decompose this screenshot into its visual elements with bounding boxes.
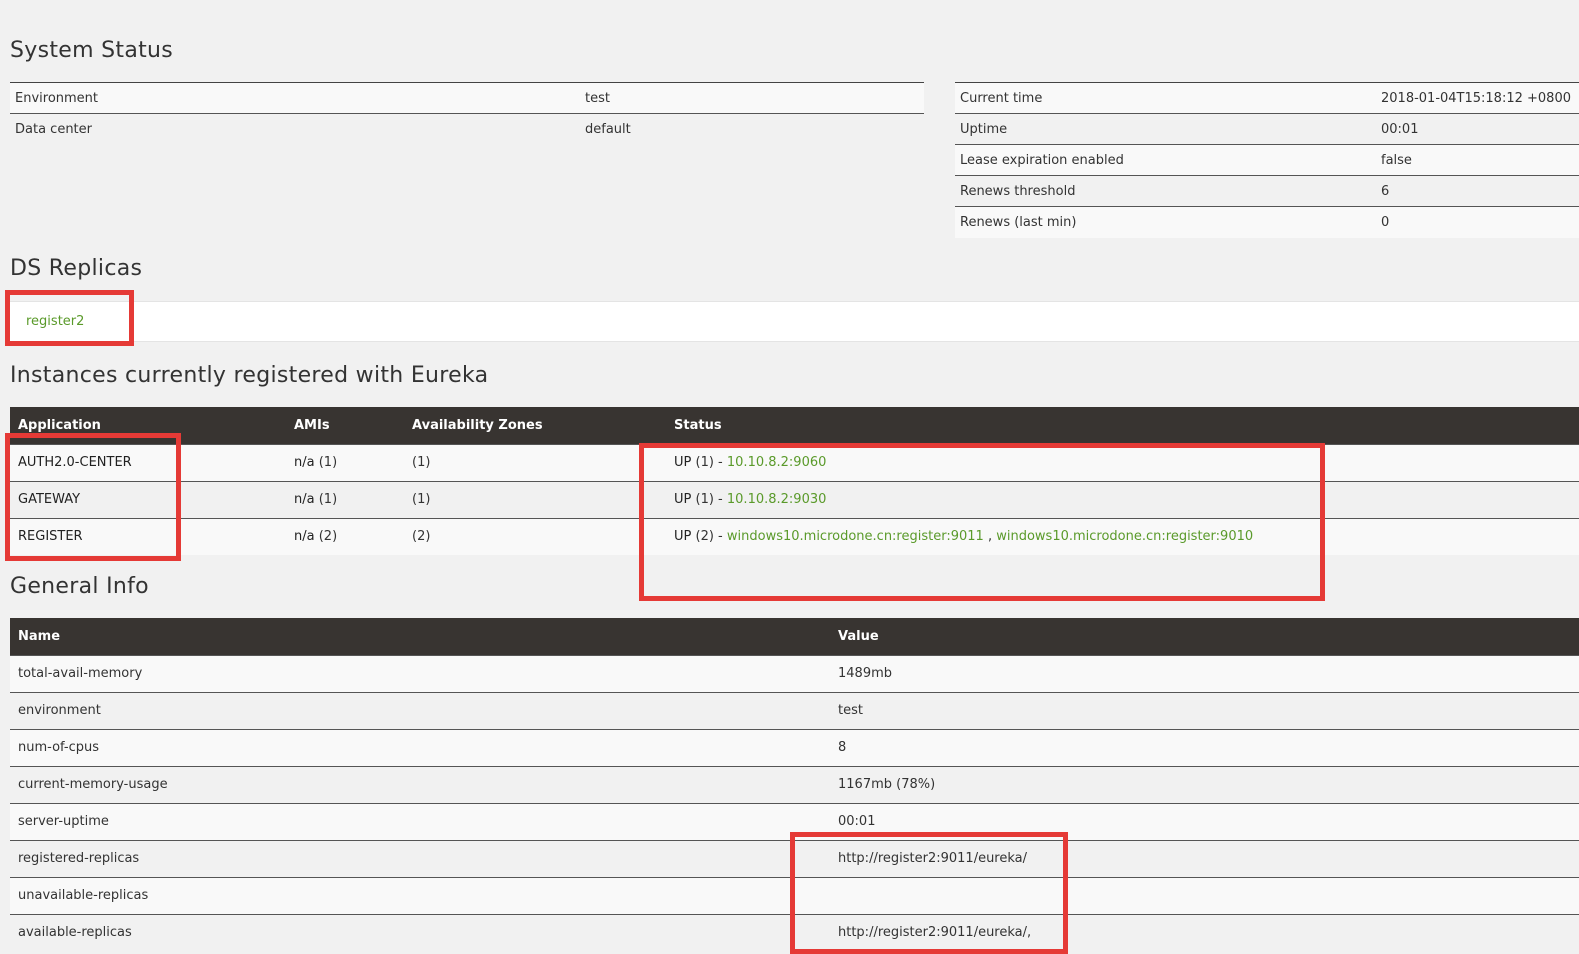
status-label: Renews (last min) bbox=[955, 206, 1376, 238]
info-value: 1167mb (78%) bbox=[830, 765, 1579, 803]
amis-main: n/a bbox=[294, 455, 315, 470]
amis-cell: n/a (2) bbox=[286, 517, 404, 555]
status-label: Uptime bbox=[955, 113, 1376, 145]
column-header: Name bbox=[10, 618, 830, 655]
column-header: Status bbox=[666, 407, 1579, 444]
instance-link[interactable]: 10.10.8.2:9030 bbox=[727, 492, 827, 507]
amis-count: (1) bbox=[318, 455, 338, 470]
zones-cell: (2) bbox=[404, 517, 666, 555]
table-row: GATEWAY n/a (1) (1) UP (1) - 10.10.8.2:9… bbox=[10, 480, 1579, 518]
instance-link[interactable]: 10.10.8.2:9060 bbox=[727, 455, 827, 470]
table-row: environment test bbox=[10, 691, 1579, 729]
status-label: Environment bbox=[10, 82, 580, 114]
status-main: UP bbox=[674, 529, 692, 545]
status-cell: UP (1) - 10.10.8.2:9060 bbox=[666, 443, 1579, 481]
info-name: current-memory-usage bbox=[10, 765, 830, 803]
instances-table: Application AMIs Availability Zones Stat… bbox=[10, 407, 1579, 555]
replica-link[interactable]: register2 bbox=[26, 314, 84, 329]
table-row: current-memory-usage 1167mb (78%) bbox=[10, 765, 1579, 803]
info-value bbox=[830, 876, 1579, 914]
instance-link[interactable]: windows10.microdone.cn:register:9010 bbox=[996, 529, 1253, 544]
zones-cell: (1) bbox=[404, 443, 666, 481]
status-label: Current time bbox=[955, 82, 1376, 114]
status-main: UP bbox=[674, 455, 692, 470]
status-count: (1) bbox=[695, 492, 714, 507]
info-name: available-replicas bbox=[10, 913, 830, 951]
amis-main: n/a bbox=[294, 529, 315, 545]
status-count: (1) bbox=[695, 455, 714, 470]
status-value: test bbox=[580, 82, 924, 114]
application-name: AUTH2.0-CENTER bbox=[10, 443, 286, 481]
instance-link[interactable]: windows10.microdone.cn:register:9011 bbox=[727, 529, 984, 544]
status-row: Uptime 00:01 bbox=[955, 113, 1579, 145]
general-info-title: General Info bbox=[10, 574, 149, 599]
column-header: Availability Zones bbox=[404, 407, 666, 444]
table-row: num-of-cpus 8 bbox=[10, 728, 1579, 766]
info-name: unavailable-replicas bbox=[10, 876, 830, 914]
table-row: registered-replicas http://register2:901… bbox=[10, 839, 1579, 877]
info-name: environment bbox=[10, 691, 830, 729]
ds-replicas-title: DS Replicas bbox=[10, 256, 143, 281]
table-row: AUTH2.0-CENTER n/a (1) (1) UP (1) - 10.1… bbox=[10, 443, 1579, 481]
status-value: false bbox=[1376, 144, 1579, 176]
status-label: Renews threshold bbox=[955, 175, 1376, 207]
link-separator: , bbox=[983, 529, 997, 545]
amis-cell: n/a (1) bbox=[286, 443, 404, 481]
info-value: 8 bbox=[830, 728, 1579, 766]
info-value: http://register2:9011/eureka/ bbox=[830, 839, 1579, 877]
table-header-row: Application AMIs Availability Zones Stat… bbox=[10, 407, 1579, 444]
status-cell: UP (1) - 10.10.8.2:9030 bbox=[666, 480, 1579, 518]
status-value: 2018-01-04T15:18:12 +0800 bbox=[1376, 82, 1579, 114]
status-value: 00:01 bbox=[1376, 113, 1579, 145]
status-separator: - bbox=[713, 492, 727, 507]
system-status-title: System Status bbox=[10, 38, 174, 63]
amis-count: (2) bbox=[318, 529, 338, 545]
amis-main: n/a bbox=[294, 492, 315, 507]
status-value: 6 bbox=[1376, 175, 1579, 207]
status-row: Data center default bbox=[10, 113, 924, 145]
table-row: available-replicas http://register2:9011… bbox=[10, 913, 1579, 951]
info-name: num-of-cpus bbox=[10, 728, 830, 766]
column-header: Application bbox=[10, 407, 286, 444]
status-separator: - bbox=[713, 529, 727, 545]
info-value: http://register2:9011/eureka/, bbox=[830, 913, 1579, 951]
status-row: Environment test bbox=[10, 82, 924, 114]
system-status-right-table: Current time 2018-01-04T15:18:12 +0800 U… bbox=[955, 82, 1579, 238]
table-row: unavailable-replicas bbox=[10, 876, 1579, 914]
column-header: Value bbox=[830, 618, 1579, 655]
status-value: default bbox=[580, 113, 924, 145]
status-separator: - bbox=[713, 455, 727, 470]
system-status-left-table: Environment test Data center default bbox=[10, 82, 924, 145]
status-label: Lease expiration enabled bbox=[955, 144, 1376, 176]
status-value: 0 bbox=[1376, 206, 1579, 238]
amis-cell: n/a (1) bbox=[286, 480, 404, 518]
table-row: server-uptime 00:01 bbox=[10, 802, 1579, 840]
zones-cell: (1) bbox=[404, 480, 666, 518]
status-main: UP bbox=[674, 492, 692, 507]
status-row: Renews (last min) 0 bbox=[955, 206, 1579, 238]
status-row: Lease expiration enabled false bbox=[955, 144, 1579, 176]
status-row: Renews threshold 6 bbox=[955, 175, 1579, 207]
amis-count: (1) bbox=[318, 492, 338, 507]
info-name: server-uptime bbox=[10, 802, 830, 840]
application-name: GATEWAY bbox=[10, 480, 286, 518]
general-info-table: Name Value total-avail-memory 1489mb env… bbox=[10, 618, 1579, 951]
table-row: REGISTER n/a (2) (2) UP (2) - windows10.… bbox=[10, 517, 1579, 555]
ds-replicas-list: register2 bbox=[10, 301, 1579, 342]
status-cell: UP (2) - windows10.microdone.cn:register… bbox=[666, 517, 1579, 555]
info-value: test bbox=[830, 691, 1579, 729]
instances-title: Instances currently registered with Eure… bbox=[10, 363, 489, 388]
application-name: REGISTER bbox=[10, 517, 286, 555]
column-header: AMIs bbox=[286, 407, 404, 444]
info-value: 00:01 bbox=[830, 802, 1579, 840]
info-value: 1489mb bbox=[830, 654, 1579, 692]
status-label: Data center bbox=[10, 113, 580, 145]
status-count: (2) bbox=[695, 529, 714, 545]
info-name: registered-replicas bbox=[10, 839, 830, 877]
status-row: Current time 2018-01-04T15:18:12 +0800 bbox=[955, 82, 1579, 114]
info-name: total-avail-memory bbox=[10, 654, 830, 692]
table-row: total-avail-memory 1489mb bbox=[10, 654, 1579, 692]
table-header-row: Name Value bbox=[10, 618, 1579, 655]
